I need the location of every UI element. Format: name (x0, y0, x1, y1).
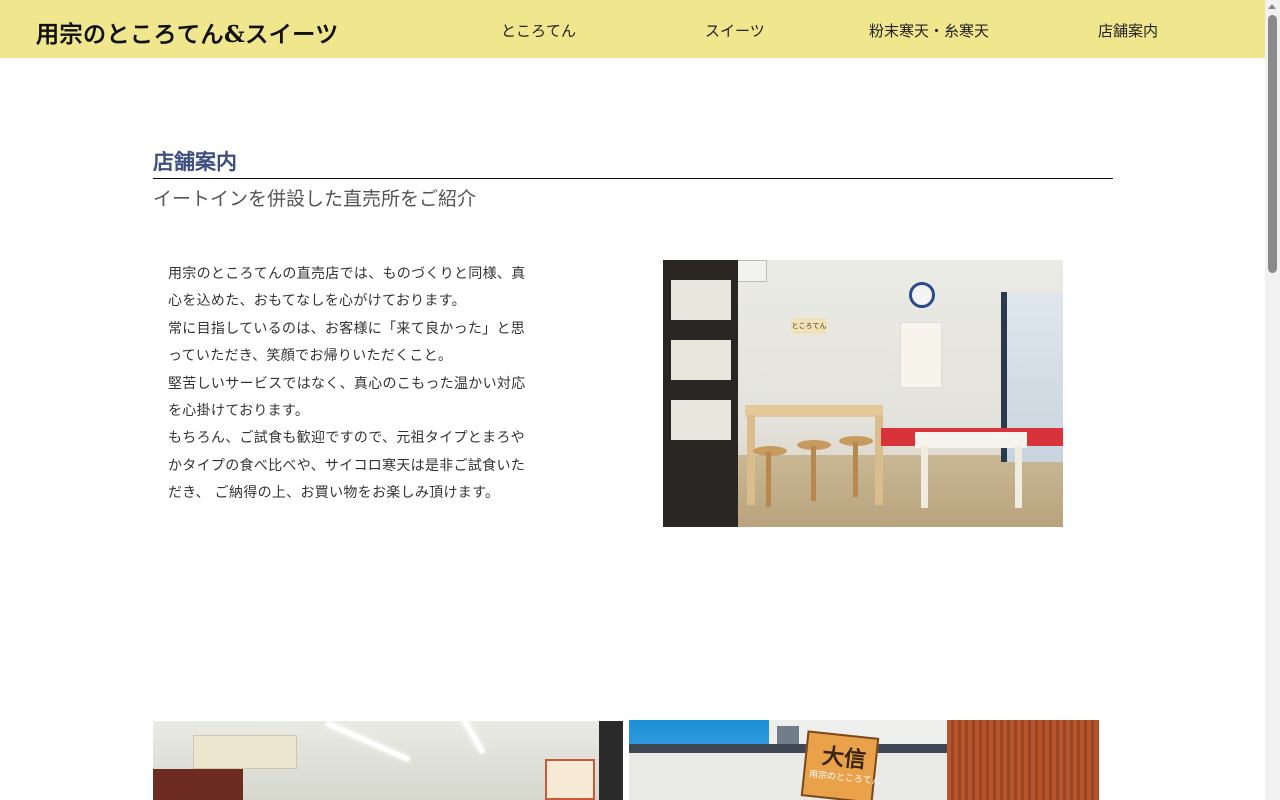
intro-text: 用宗のところてんの直売店では、ものづくりと同様、真 心を込めた、おもてなしを心が… (168, 261, 588, 508)
intro-paragraph: もちろん、ご試食も歓迎ですので、元祖タイプとまろや かタイプの食べ比べや、サイコ… (168, 430, 526, 502)
building-window (777, 726, 799, 746)
stool-leg (853, 442, 858, 497)
counter-leg (747, 415, 755, 505)
display-shelf (663, 260, 738, 527)
photo-dark-edge (599, 721, 623, 800)
eat-in-area-photo: ところてん (663, 260, 1063, 527)
shelf-compartment (671, 280, 731, 320)
orange-container (947, 720, 1099, 800)
site-header: 用宗のところてん&スイーツ ところてん スイーツ 粉末寒天・糸寒天 店舗案内 (0, 0, 1265, 58)
intro-paragraph: 堅苦しいサービスではなく、真心のこもった温かい対応 を心掛けております。 (168, 375, 526, 420)
section-subheading: イートインを併設した直売所をご紹介 (153, 188, 477, 210)
wall-shelf (153, 769, 243, 800)
intro-paragraph: 常に目指しているのは、お客様に「来て良かった」と思 っていただき、笑顔でお帰りい… (168, 320, 526, 365)
table-leg (1015, 446, 1022, 508)
table-leg (921, 446, 928, 508)
nav-item-agar-powder[interactable]: 粉末寒天・糸寒天 (869, 20, 989, 41)
shelf-compartment (671, 400, 731, 440)
intro-paragraph: 用宗のところてんの直売店では、ものづくりと同様、真 心を込めた、おもてなしを心が… (168, 266, 526, 310)
site-title[interactable]: 用宗のところてん&スイーツ (36, 15, 339, 49)
stool-leg (811, 446, 816, 501)
heading-divider (153, 178, 1113, 179)
building-roof (629, 744, 959, 753)
shelf-compartment (671, 340, 731, 380)
tokoroten-sign: ところてん (791, 318, 827, 334)
section-heading: 店舗案内 (153, 149, 237, 174)
store-exterior-photo: 大信 用宗のところてん (629, 720, 1099, 800)
scroll-thumb[interactable] (1268, 15, 1277, 273)
wall-poster (900, 322, 942, 388)
wooden-counter (745, 405, 883, 417)
vertical-scrollbar[interactable] (1265, 0, 1280, 800)
tokoroten-sign-text: ところてん (791, 322, 827, 330)
white-table (915, 432, 1027, 448)
store-sign-subtext: 用宗のところてん (808, 769, 882, 788)
scroll-up-arrow-icon[interactable] (1268, 4, 1276, 9)
stool-leg (766, 452, 771, 507)
store-sign: 大信 用宗のところてん (800, 730, 882, 800)
air-conditioner (193, 735, 297, 769)
nav-item-tokoroten[interactable]: ところてん (501, 20, 576, 41)
store-interior-photo (153, 721, 623, 800)
wall-poster (545, 759, 595, 800)
wall-clock-icon (909, 282, 935, 308)
nav-item-sweets[interactable]: スイーツ (705, 20, 765, 41)
nav-item-store-info[interactable]: 店舗案内 (1098, 20, 1158, 41)
